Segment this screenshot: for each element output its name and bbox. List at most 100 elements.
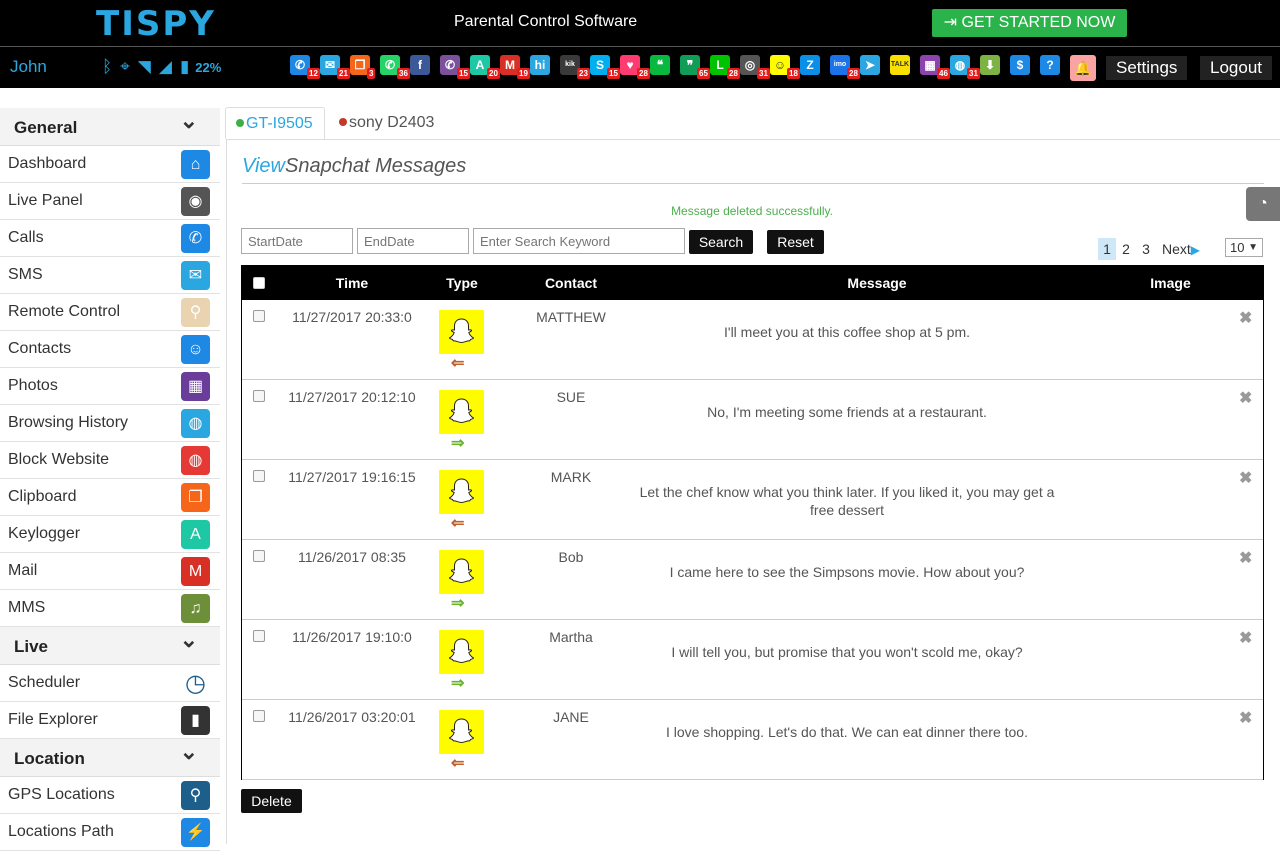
sidebar-section-general[interactable]: General ⌄ [0,108,220,146]
next-page-link[interactable]: Next▶ [1162,238,1206,260]
search-button[interactable]: Search [689,230,753,254]
app-wechat[interactable]: ❝ [650,55,680,79]
message-text: I'll meet you at this coffee shop at 5 p… [724,324,970,340]
sidebar-item-label: Keylogger [8,525,81,542]
next-arrow-icon: ▶ [1190,243,1201,257]
notification-bell-icon[interactable]: 🔔 [1070,55,1096,81]
tab-device-1[interactable]: GT-I9505 [225,107,325,139]
contacts-icon: ☺ [181,335,210,364]
sidebar-section-location[interactable]: Location ⌄ [0,739,220,777]
app-viber[interactable]: ✆ 15 [440,55,470,79]
app-zalo[interactable]: Z [800,55,830,79]
tab-device-2[interactable]: sony D2403 [329,107,449,139]
app-kakaotalk[interactable]: TALK [890,55,920,79]
sidebar-item-mms[interactable]: MMS ♫ [0,590,220,627]
sidebar-item-scheduler[interactable]: Scheduler ◷ [0,665,220,702]
sidebar-item-dashboard[interactable]: Dashboard ⌂ [0,146,220,183]
search-keyword-input[interactable] [473,228,685,254]
gps-icon: ⌖ [120,57,130,76]
sign-in-icon: ⇥ [943,14,958,31]
sidebar-item-file-explorer[interactable]: File Explorer ▮ [0,702,220,739]
per-page-select[interactable]: 10 ▼ [1225,238,1263,257]
sidebar-item-browsing-history[interactable]: Browsing History ◍ [0,405,220,442]
sidebar-item-label: Browsing History [8,414,129,431]
app-keylogger[interactable]: A 20 [470,55,500,79]
sidebar-item-remote-control[interactable]: Remote Control ⚲ [0,294,220,331]
title-divider [242,183,1264,184]
reset-button[interactable]: Reset [767,230,824,254]
sidebar-item-photos[interactable]: Photos ▦ [0,368,220,405]
chevron-down-icon: ⌄ [179,108,198,133]
sidebar-item-sms[interactable]: SMS ✉ [0,257,220,294]
column-contact[interactable]: Contact [512,275,630,291]
outgoing-arrow-icon: ⇒ [451,595,465,612]
user-name: John [10,57,47,76]
app-tinder[interactable]: ♥ 28 [620,55,650,79]
app-line[interactable]: L 28 [710,55,740,79]
app-clipboard[interactable]: ❐ 3 [350,55,380,79]
column-time[interactable]: Time [272,275,432,291]
app-skype[interactable]: S 15 [590,55,620,79]
page-2[interactable]: 2 [1120,238,1132,260]
dollar-icon: $ [1010,55,1030,75]
logo[interactable]: TISPY [96,4,216,44]
sidebar-item-label: Dashboard [8,155,87,172]
sidebar-item-keylogger[interactable]: Keylogger A [0,516,220,553]
message-text: No, I'm meeting some friends at a restau… [707,404,987,420]
app-photos[interactable]: ▦ 46 [920,55,950,79]
row-checkbox[interactable] [253,630,265,642]
app-snapchat[interactable]: ☺ 18 [770,55,800,79]
row-checkbox[interactable] [253,470,265,482]
page-1[interactable]: 1 [1098,238,1116,260]
app-kik[interactable]: kik 23 [560,55,590,79]
delete-row-icon[interactable]: ✖ [1239,308,1252,328]
delete-row-icon[interactable]: ✖ [1239,628,1252,648]
app-facebook[interactable]: f [410,55,440,79]
end-date-input[interactable] [357,228,469,254]
app-dollar[interactable]: $ [1010,55,1040,79]
clipboard-icon: ❐ [181,483,210,512]
start-date-input[interactable] [241,228,353,254]
app-mail[interactable]: ✉ 21 [320,55,350,79]
app-hike[interactable]: hi [530,55,560,79]
sidebar-section-live[interactable]: Live ⌄ [0,627,220,665]
count-badge: 15 [607,68,620,79]
delete-button[interactable]: Delete [241,789,302,813]
sidebar-item-gps-locations[interactable]: GPS Locations ⚲ [0,777,220,814]
sidebar-item-mail[interactable]: Mail M [0,553,220,590]
sidebar-item-contacts[interactable]: Contacts ☺ [0,331,220,368]
delete-row-icon[interactable]: ✖ [1239,548,1252,568]
row-checkbox[interactable] [253,710,265,722]
app-phone[interactable]: ✆ 12 [290,55,320,79]
get-started-button[interactable]: ⇥ GET STARTED NOW [932,9,1127,37]
settings-button[interactable]: Settings [1106,56,1188,80]
app-download[interactable]: ⬇ [980,55,1010,79]
delete-row-icon[interactable]: ✖ [1239,708,1252,728]
app-telegram[interactable]: ➤ [860,55,890,79]
app-browser[interactable]: ◍ 31 [950,55,980,79]
app-help[interactable]: ? [1040,55,1070,79]
sidebar-item-calls[interactable]: Calls ✆ [0,220,220,257]
select-all-checkbox[interactable] [253,277,265,289]
snapchat-icon [439,550,484,594]
table-row: 11/27/2017 20:12:10 ⇒ SUE No, I'm meeting s… [242,380,1263,460]
sidebar-item-locations-path[interactable]: Locations Path ⚡ [0,814,220,851]
help-icon: ? [1040,55,1060,75]
app-hangouts[interactable]: ❞ 65 [680,55,710,79]
message-text: I will tell you, but promise that you wo… [671,644,1023,660]
row-checkbox[interactable] [253,390,265,402]
app-instagram[interactable]: ◎ 31 [740,55,770,79]
delete-row-icon[interactable]: ✖ [1239,468,1252,488]
app-whatsapp[interactable]: ✆ 36 [380,55,410,79]
row-checkbox[interactable] [253,310,265,322]
logout-button[interactable]: Logout [1200,56,1272,80]
app-gmail[interactable]: M 19 [500,55,530,79]
delete-row-icon[interactable]: ✖ [1239,388,1252,408]
sidebar-item-clipboard[interactable]: Clipboard ❐ [0,479,220,516]
app-imo[interactable]: imo 28 [830,55,860,79]
sidebar-item-block-website[interactable]: Block Website ◍ [0,442,220,479]
row-checkbox[interactable] [253,550,265,562]
table-row: 11/26/2017 03:20:01 ⇐ JANE I love shopping.… [242,700,1263,780]
count-badge: 3 [367,68,376,79]
page-3[interactable]: 3 [1140,238,1152,260]
